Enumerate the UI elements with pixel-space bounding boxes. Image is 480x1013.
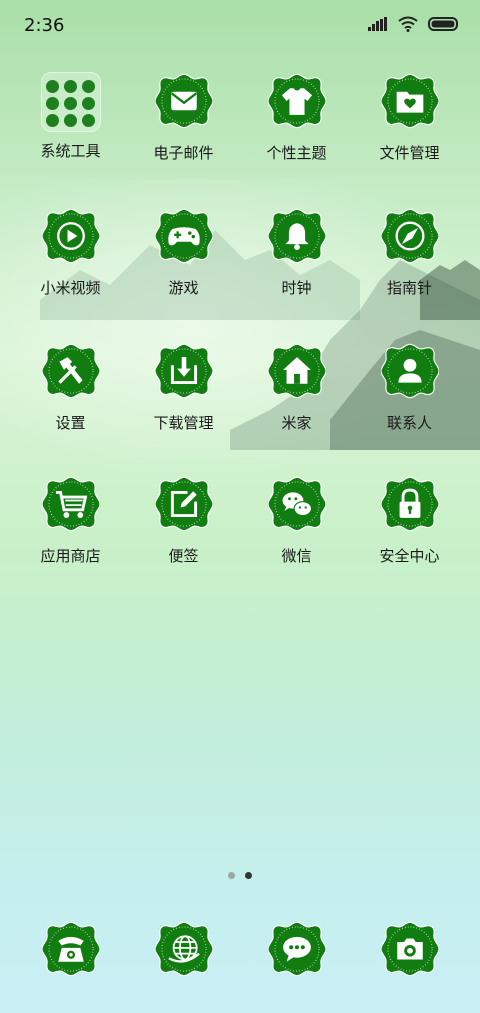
video-play-icon: [40, 208, 101, 264]
wechat-icon: [266, 476, 327, 532]
app-label: 便签: [168, 547, 199, 565]
app-label: 米家: [281, 414, 312, 432]
app-compass[interactable]: 指南针: [353, 207, 466, 298]
app-store[interactable]: 应用商店: [14, 475, 127, 566]
battery-icon: [428, 17, 458, 31]
dock-messages[interactable]: [240, 920, 353, 982]
app-label: 设置: [55, 414, 86, 432]
app-mi-video[interactable]: 小米视频: [14, 207, 127, 298]
bell-icon: [266, 208, 327, 264]
app-label: 下载管理: [153, 414, 214, 432]
dock-camera[interactable]: [353, 920, 466, 982]
home-icon: [266, 343, 327, 399]
page-indicator: [0, 872, 480, 879]
app-label: 安全中心: [379, 547, 440, 565]
mail-icon: [153, 73, 214, 129]
app-label: 系统工具: [40, 142, 101, 160]
wifi-icon: [398, 16, 418, 32]
browser-globe-icon: [153, 921, 214, 977]
app-wechat[interactable]: 微信: [240, 475, 353, 566]
gamepad-icon: [153, 208, 214, 264]
app-themes[interactable]: 个性主题: [240, 72, 353, 163]
app-system-tools[interactable]: 系统工具: [14, 72, 127, 161]
dock: [14, 920, 466, 980]
phone-icon: [40, 921, 101, 977]
app-label: 联系人: [386, 414, 432, 432]
page-dot-1[interactable]: [228, 872, 235, 879]
app-label: 应用商店: [40, 547, 101, 565]
app-games[interactable]: 游戏: [127, 207, 240, 298]
app-label: 个性主题: [266, 144, 327, 162]
app-label: 电子邮件: [153, 144, 214, 162]
app-label: 指南针: [386, 279, 432, 297]
app-clock[interactable]: 时钟: [240, 207, 353, 298]
app-label: 游戏: [168, 279, 199, 297]
app-notes[interactable]: 便签: [127, 475, 240, 566]
message-icon: [266, 921, 327, 977]
page-dot-2[interactable]: [245, 872, 252, 879]
status-bar: 2:36: [0, 0, 480, 52]
dock-phone[interactable]: [14, 920, 127, 982]
app-security-center[interactable]: 安全中心: [353, 475, 466, 566]
compass-icon: [379, 208, 440, 264]
note-edit-icon: [153, 476, 214, 532]
download-icon: [153, 343, 214, 399]
app-settings[interactable]: 设置: [14, 342, 127, 433]
app-label: 文件管理: [379, 144, 440, 162]
person-icon: [379, 343, 440, 399]
app-label: 微信: [281, 547, 312, 565]
app-email[interactable]: 电子邮件: [127, 72, 240, 163]
camera-icon: [379, 921, 440, 977]
file-manager-icon: [379, 73, 440, 129]
cart-icon: [40, 476, 101, 532]
app-label: 时钟: [281, 279, 312, 297]
app-downloads[interactable]: 下载管理: [127, 342, 240, 433]
signal-icon: [368, 17, 387, 31]
app-file-manager[interactable]: 文件管理: [353, 72, 466, 163]
folder-icon: [40, 72, 101, 132]
tshirt-icon: [266, 73, 327, 129]
dock-browser[interactable]: [127, 920, 240, 982]
app-mi-home[interactable]: 米家: [240, 342, 353, 433]
status-time: 2:36: [24, 15, 65, 36]
hammer-icon: [40, 343, 101, 399]
app-contacts[interactable]: 联系人: [353, 342, 466, 433]
lock-icon: [379, 476, 440, 532]
app-label: 小米视频: [40, 279, 101, 297]
